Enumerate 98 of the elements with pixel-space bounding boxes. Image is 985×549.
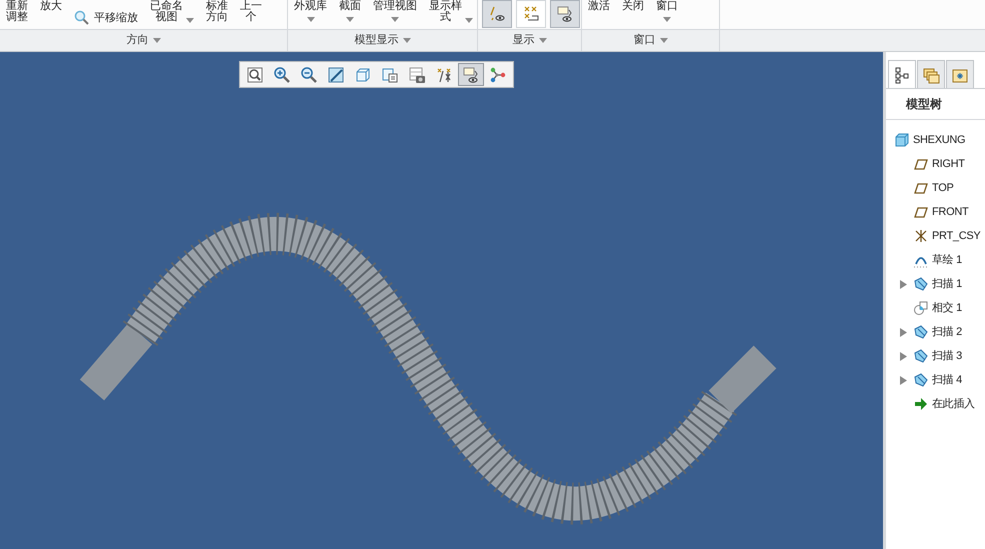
toggle-button[interactable] xyxy=(482,0,512,28)
button-label: 已命名 视图 xyxy=(150,1,183,23)
button-label: 管理视图 xyxy=(373,1,417,12)
cube-icon xyxy=(354,66,372,84)
button-label: 标准 方向 xyxy=(206,1,228,23)
button-label: 激活 xyxy=(588,1,610,12)
tree-item[interactable]: 扫描 2 xyxy=(886,320,985,344)
zoom-in-icon xyxy=(273,66,291,84)
group-label[interactable]: 方向 xyxy=(126,32,160,49)
tree-item[interactable]: FRONT xyxy=(886,200,985,224)
ribbon-button[interactable]: 重新 调整 xyxy=(2,0,32,28)
caret-icon xyxy=(346,17,354,22)
button-label: 上一 个 xyxy=(240,1,262,23)
caret-icon xyxy=(660,38,668,44)
ribbon-button[interactable]: 显示样 式 xyxy=(425,0,477,28)
tree-icon xyxy=(893,66,911,84)
ribbon-button[interactable]: 外观库 xyxy=(290,0,331,28)
tree-label: 扫描 3 xyxy=(932,348,962,364)
group-label[interactable]: 窗口 xyxy=(634,32,668,49)
button-label: 重新 调整 xyxy=(6,1,28,23)
line-eye-icon xyxy=(488,5,506,23)
magnifier-icon xyxy=(74,10,90,26)
arrow-icon xyxy=(913,396,929,412)
tree-item[interactable]: RIGHT xyxy=(886,152,985,176)
tree-label: FRONT xyxy=(932,204,968,220)
tree-label: SHEXUNG xyxy=(913,132,966,148)
tree-label: 扫描 4 xyxy=(932,372,962,388)
tree-label: RIGHT xyxy=(932,156,965,172)
connected-dots-icon xyxy=(489,66,507,84)
caret-icon xyxy=(306,17,314,22)
tree-item[interactable]: 扫描 1 xyxy=(886,272,985,296)
ribbon-button[interactable]: 放大 xyxy=(36,0,66,28)
group-label[interactable]: 模型显示 xyxy=(354,32,410,49)
tree-item[interactable]: 在此插入 xyxy=(886,392,985,416)
cube-list-icon xyxy=(381,66,399,84)
button-label: 截面 xyxy=(339,1,361,12)
button-label: 窗口 xyxy=(656,1,678,12)
tree-item[interactable]: PRT_CSY xyxy=(886,224,985,248)
ribbon-button[interactable]: 标准 方向 xyxy=(202,0,232,28)
tree-label: 相交 1 xyxy=(932,300,962,316)
tree-label: PRT_CSY xyxy=(932,228,980,244)
crosses-icon xyxy=(522,5,540,23)
table-camera-icon xyxy=(408,66,426,84)
expand-arrow-icon[interactable] xyxy=(900,352,907,360)
tree-item[interactable]: TOP xyxy=(886,176,985,200)
note-eye-icon xyxy=(462,66,480,84)
ribbon-button[interactable]: 窗口 xyxy=(652,0,682,28)
sweep-icon xyxy=(913,324,929,340)
pan-zoom-button[interactable]: 平移缩放 xyxy=(70,10,142,26)
tree-label: 扫描 2 xyxy=(932,324,962,340)
tree-label: 在此插入 xyxy=(932,396,975,412)
caret-icon xyxy=(538,38,546,44)
zoom-fit-icon xyxy=(246,66,264,84)
toggle-button[interactable] xyxy=(516,0,546,28)
caret-icon xyxy=(402,38,410,44)
ribbon-button[interactable]: 激活 xyxy=(584,0,614,28)
group-label[interactable]: 显示 xyxy=(512,32,546,49)
tree-label: TOP xyxy=(932,180,954,196)
button-label: 关闭 xyxy=(622,1,644,12)
tree-item[interactable]: 草绘 1 xyxy=(886,248,985,272)
intersect-icon xyxy=(913,300,929,316)
ribbon-button[interactable]: 上一 个 xyxy=(236,0,266,28)
caret-icon xyxy=(465,18,473,23)
caret-icon xyxy=(186,18,194,23)
part-icon xyxy=(894,132,910,148)
button-label: 显示样 式 xyxy=(429,1,462,23)
ribbon-button[interactable]: 截面 xyxy=(335,0,365,28)
toggle-button[interactable] xyxy=(550,0,580,28)
button-label: 平移缩放 xyxy=(94,12,138,24)
panel-tab[interactable] xyxy=(888,60,916,88)
panel-title: 模型树 xyxy=(886,89,985,120)
tree-item[interactable]: 扫描 4 xyxy=(886,368,985,392)
diagonal-square-icon xyxy=(327,66,345,84)
caret-icon xyxy=(152,38,160,44)
ribbon-button[interactable]: 已命名 视图 xyxy=(146,0,198,28)
button-label: 外观库 xyxy=(294,1,327,12)
zoom-out-icon xyxy=(300,66,318,84)
expand-arrow-icon[interactable] xyxy=(900,376,907,384)
tree-item[interactable]: 相交 1 xyxy=(886,296,985,320)
expand-arrow-icon[interactable] xyxy=(900,280,907,288)
tree-item[interactable]: 扫描 3 xyxy=(886,344,985,368)
ribbon-button[interactable]: 管理视图 xyxy=(369,0,421,28)
expand-arrow-icon[interactable] xyxy=(900,328,907,336)
datum-icon xyxy=(435,66,453,84)
sweep-icon xyxy=(913,276,929,292)
toolbar-button[interactable] xyxy=(458,63,484,86)
folders-icon xyxy=(922,66,940,84)
tree-label: 扫描 1 xyxy=(932,276,962,292)
button-label: 放大 xyxy=(40,1,62,12)
coordinate-system-icon xyxy=(913,228,929,244)
caret-icon xyxy=(391,17,399,22)
tree-item[interactable]: SHEXUNG xyxy=(886,128,985,152)
sweep-icon xyxy=(913,348,929,364)
sweep-icon xyxy=(913,372,929,388)
ribbon-button[interactable]: 关闭 xyxy=(618,0,648,28)
caret-icon xyxy=(663,17,671,22)
note-eye-icon xyxy=(556,5,574,23)
tree-label: 草绘 1 xyxy=(932,252,962,268)
